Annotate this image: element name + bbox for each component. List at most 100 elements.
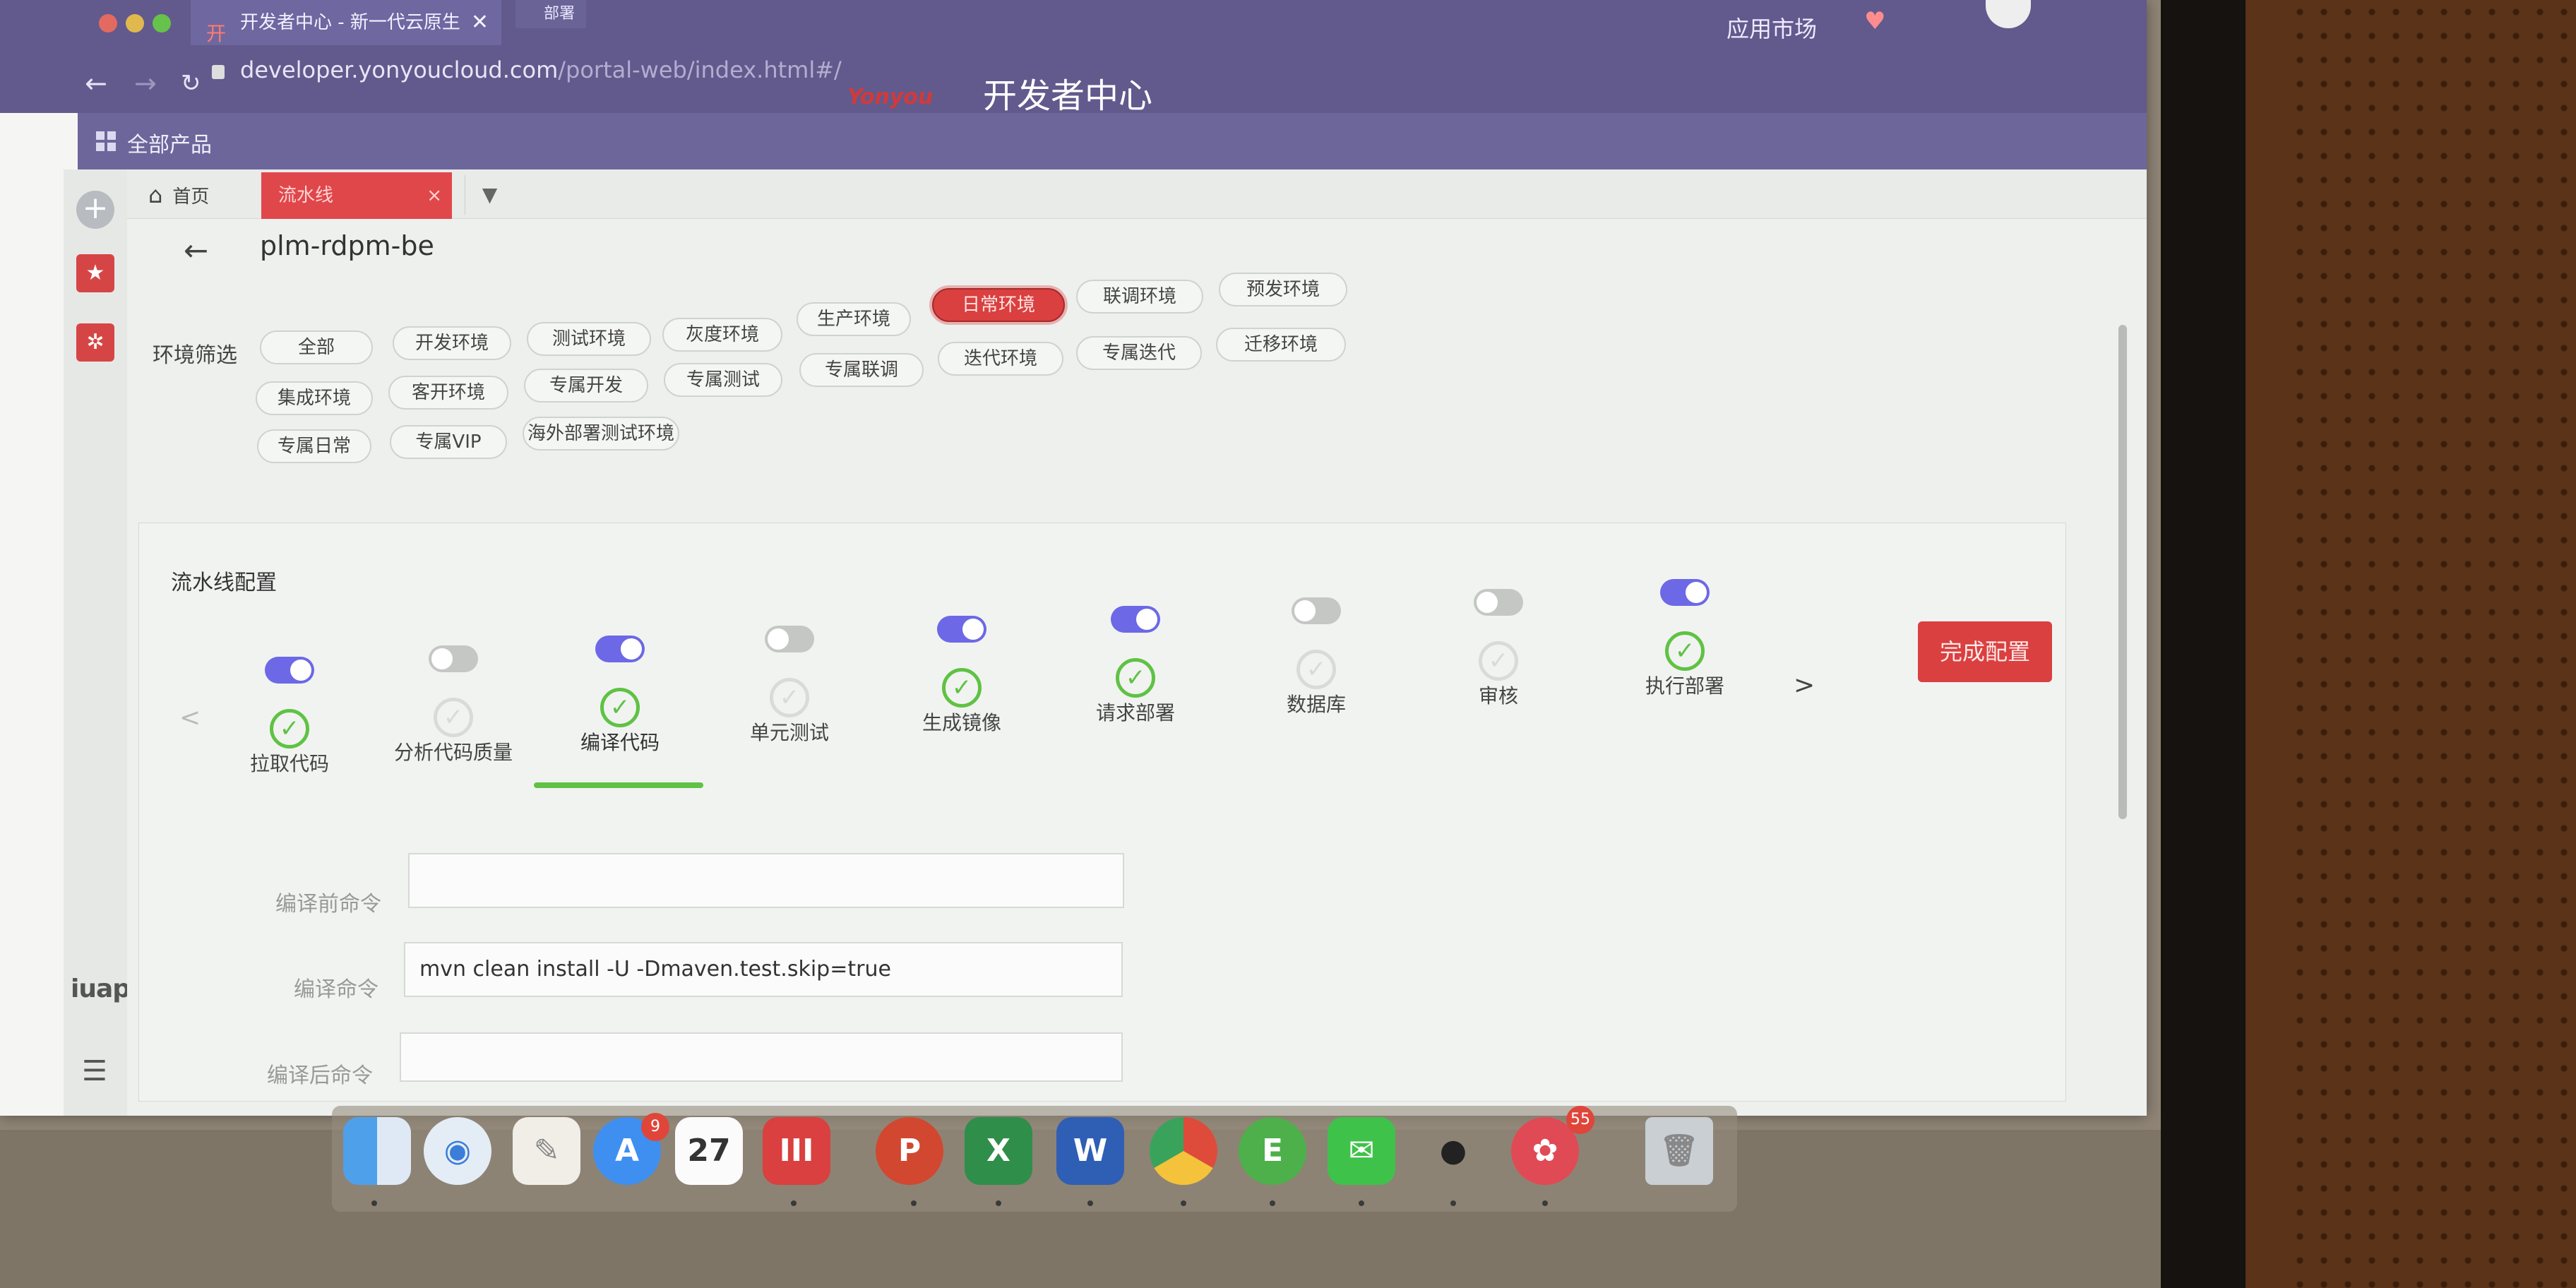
step-toggle[interactable]	[1111, 606, 1160, 633]
step-toggle[interactable]	[765, 626, 814, 652]
forward-nav-icon[interactable]: →	[134, 68, 157, 99]
step-name[interactable]: 数据库	[1287, 689, 1346, 717]
scrollbar[interactable]	[2118, 325, 2127, 819]
env-chip[interactable]: 日常环境	[932, 288, 1065, 322]
env-chip[interactable]: 迁移环境	[1216, 328, 1346, 362]
reload-icon[interactable]: ↻	[181, 69, 201, 97]
finish-config-button[interactable]: 完成配置	[1918, 621, 2052, 682]
step-name[interactable]: 审核	[1479, 681, 1518, 709]
menu-icon[interactable]: ☰	[82, 1055, 107, 1087]
grid-icon[interactable]	[96, 131, 116, 151]
step-toggle[interactable]	[595, 636, 645, 662]
notes-icon[interactable]: ✎	[513, 1117, 580, 1185]
compile-command-input[interactable]: mvn clean install -U -Dmaven.test.skip=t…	[404, 942, 1123, 997]
step-name[interactable]: 生成镜像	[922, 708, 1001, 736]
pipeline-card	[138, 523, 2066, 1102]
excel-icon[interactable]: X	[965, 1117, 1032, 1185]
iuap-logo: iuap	[71, 974, 131, 1003]
env-chip[interactable]: 迭代环境	[938, 342, 1063, 376]
env-chip[interactable]: 集成环境	[256, 381, 373, 415]
env-chip[interactable]: 专属联调	[799, 353, 924, 387]
check-icon: ✓	[770, 678, 809, 717]
tab-pipeline[interactable]: 流水线 ×	[261, 172, 452, 219]
env-chip[interactable]: 专属开发	[524, 369, 648, 402]
powerpoint-icon[interactable]: P	[876, 1117, 943, 1185]
app-market-link[interactable]: 应用市场	[1727, 11, 1817, 44]
toggle-knob	[962, 619, 984, 640]
pipeline-next-button[interactable]: >	[1794, 671, 1815, 700]
back-icon[interactable]: ←	[184, 233, 208, 268]
post-compile-input[interactable]	[400, 1032, 1123, 1082]
safari-icon[interactable]: ◉	[424, 1117, 491, 1185]
trash-icon[interactable]: 🗑	[1645, 1117, 1713, 1185]
avatar[interactable]	[1986, 0, 2031, 28]
app-badge: 55	[1566, 1106, 1594, 1134]
notification-icon[interactable]: ♥	[1864, 7, 1885, 35]
left-sidebar: + ★ ✲ iuap ☰	[64, 169, 131, 1116]
step-name[interactable]: 拉取代码	[250, 749, 329, 777]
app-grid-icon[interactable]: ✲	[76, 323, 114, 362]
tab-close-icon[interactable]: ×	[427, 172, 442, 219]
dock-running-dot	[1087, 1200, 1093, 1206]
address-bar[interactable]: developer.yonyoucloud.com/portal-web/ind…	[240, 56, 842, 83]
all-products-link[interactable]: 全部产品	[127, 127, 212, 158]
step-toggle[interactable]	[1474, 589, 1523, 616]
env-chip[interactable]: 专属测试	[664, 363, 782, 397]
tab-pipeline-label: 流水线	[278, 185, 334, 206]
step-toggle[interactable]	[1292, 597, 1341, 624]
step-name[interactable]: 执行部署	[1645, 671, 1724, 699]
env-chip[interactable]: 灰度环境	[662, 318, 782, 352]
step-name[interactable]: 单元测试	[750, 717, 829, 746]
close-window-icon[interactable]	[99, 14, 117, 32]
calendar-icon[interactable]: 27	[675, 1117, 743, 1185]
env-chip[interactable]: 全部	[260, 330, 373, 364]
qq-icon[interactable]: ●	[1419, 1117, 1487, 1185]
toggle-knob	[290, 660, 311, 681]
step-toggle[interactable]	[937, 616, 986, 643]
env-chip[interactable]: 专属日常	[257, 429, 371, 463]
word-icon[interactable]: W	[1056, 1117, 1124, 1185]
browser-tab-2-title: 部署	[544, 5, 576, 23]
env-chip[interactable]: 联调环境	[1076, 280, 1203, 314]
dock-running-dot	[911, 1200, 917, 1206]
dock-running-dot	[1542, 1200, 1548, 1206]
step-toggle[interactable]	[429, 645, 478, 672]
env-chip[interactable]: 测试环境	[527, 322, 651, 356]
dock-running-dot	[996, 1200, 1001, 1206]
app-store-badge: 9	[641, 1113, 669, 1141]
env-chip[interactable]: 开发环境	[393, 326, 511, 360]
env-chip[interactable]: 海外部署测试环境	[523, 417, 679, 451]
env-chip[interactable]: 专属迭代	[1076, 336, 1202, 370]
minimize-window-icon[interactable]	[126, 14, 144, 32]
chrome-icon[interactable]	[1150, 1117, 1217, 1185]
tabs-dropdown-icon[interactable]: ▼	[465, 175, 514, 215]
maximize-window-icon[interactable]	[153, 14, 171, 32]
app-icon[interactable]: III	[763, 1117, 830, 1185]
evernote-icon[interactable]: E	[1239, 1117, 1306, 1185]
pre-compile-input[interactable]	[408, 853, 1124, 908]
favorites-icon[interactable]: ★	[76, 254, 114, 292]
step-toggle[interactable]	[265, 657, 314, 684]
browser-tab-close-icon[interactable]: ✕	[471, 0, 489, 45]
env-chip[interactable]: 生产环境	[797, 302, 911, 336]
add-icon[interactable]: +	[76, 191, 114, 229]
finder-icon[interactable]	[343, 1117, 411, 1185]
env-chip[interactable]: 客开环境	[388, 376, 508, 410]
check-icon: ✓	[1479, 641, 1518, 681]
browser-tab-2[interactable]: 部署	[515, 0, 586, 28]
step-name[interactable]: 分析代码质量	[394, 737, 513, 765]
toggle-knob	[768, 628, 789, 650]
toggle-knob	[621, 638, 642, 660]
tab-home[interactable]: ⌂ 首页	[148, 177, 209, 213]
env-chip[interactable]: 预发环境	[1219, 273, 1347, 306]
step-name[interactable]: 请求部署	[1096, 698, 1175, 726]
dock-running-dot	[371, 1200, 377, 1206]
pipeline-prev-button[interactable]: <	[179, 703, 201, 732]
dock-running-dot	[1359, 1200, 1364, 1206]
step-toggle[interactable]	[1660, 579, 1710, 606]
back-nav-icon[interactable]: ←	[85, 68, 107, 99]
env-chip[interactable]: 专属VIP	[390, 425, 507, 459]
browser-tab[interactable]: 开 开发者中心 - 新一代云原生 ✕	[191, 0, 501, 45]
wechat-icon[interactable]: ✉	[1328, 1117, 1395, 1185]
step-name[interactable]: 编译代码	[580, 727, 660, 756]
